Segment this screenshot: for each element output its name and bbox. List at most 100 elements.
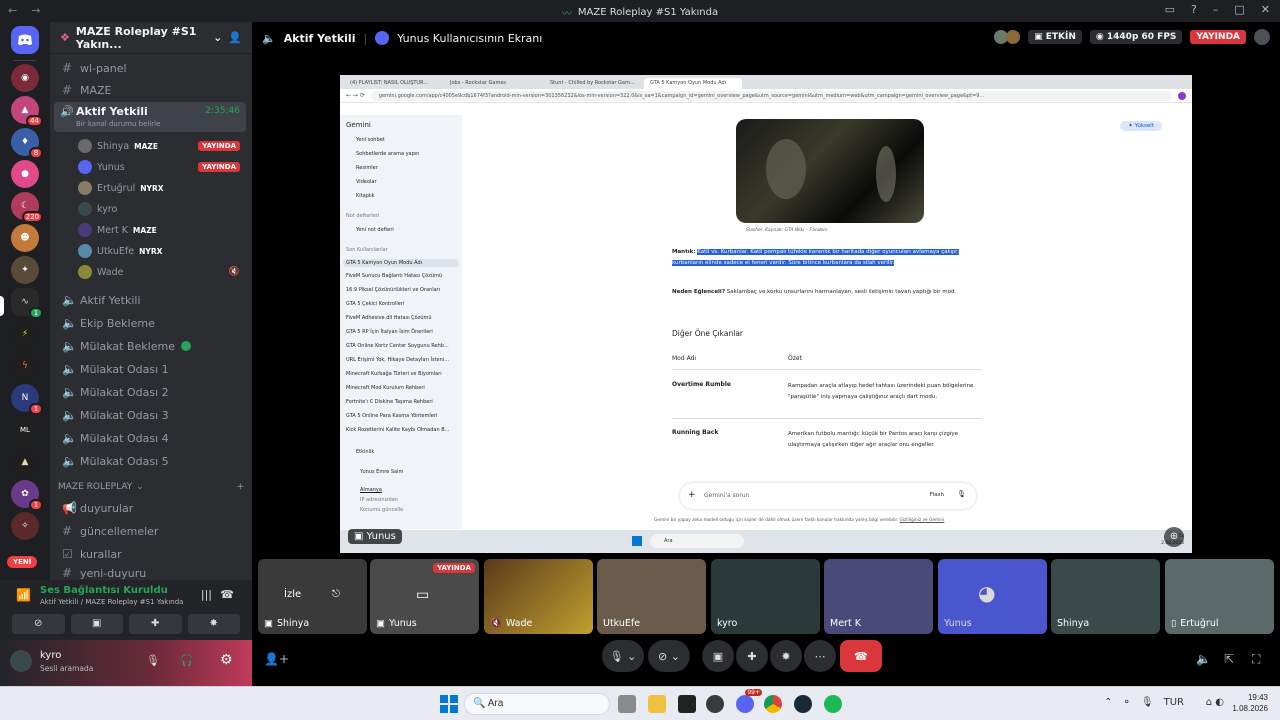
- participant-tile[interactable]: kyro: [711, 559, 820, 634]
- server-icon[interactable]: ∿ 1: [11, 288, 43, 319]
- sidebar-item[interactable]: Yeni sohbet: [356, 137, 385, 143]
- popout-icon[interactable]: ⇱: [1224, 652, 1234, 666]
- mic-control[interactable]: 🎙 ⌄: [602, 640, 644, 672]
- leave-call-button[interactable]: ☎: [840, 640, 882, 672]
- sidebar-item[interactable]: Sohbetlerde arama yapın: [356, 151, 419, 157]
- voice-channel[interactable]: 🔈 Mülakat Bekleme: [56, 336, 246, 356]
- recent-item[interactable]: FiveM Adhesive.dll Hatası Çözümü: [346, 315, 432, 321]
- voice-channel[interactable]: 🔈 Mülakat Odası 1: [56, 359, 246, 379]
- discord-home-icon[interactable]: [11, 26, 39, 54]
- server-icon[interactable]: ♦ 8: [11, 128, 43, 159]
- username[interactable]: kyro: [40, 650, 61, 661]
- inbox-icon[interactable]: ▭: [1165, 3, 1175, 16]
- voice-location[interactable]: Aktif Yetkili / MAZE Roleplay #S1 Yakınd…: [40, 598, 183, 606]
- upgrade-button[interactable]: ✦ Yükselt: [1120, 121, 1162, 131]
- participant-tile[interactable]: Mert K: [824, 559, 933, 634]
- location-update[interactable]: Konumu güncelle: [360, 507, 403, 513]
- microphone-icon[interactable]: 🎙: [146, 654, 160, 667]
- new-note[interactable]: Yeni not defteri: [356, 227, 394, 233]
- recent-item-active[interactable]: GTA 5 Kamyon Oyun Modu Adı: [343, 259, 459, 267]
- recent-item[interactable]: GTA 5 Online Para Kasma Yöntemleri: [346, 413, 437, 419]
- activity-badge[interactable]: ▣ ETKİN: [1028, 30, 1082, 44]
- camera-control[interactable]: ⊘ ⌄: [648, 640, 690, 672]
- help-icon[interactable]: ?: [1191, 3, 1197, 16]
- server-icon[interactable]: ✦: [11, 256, 39, 284]
- voice-channel[interactable]: 🔈 Mülakat Odası 5: [56, 451, 246, 471]
- camera-off-button[interactable]: ⊘: [12, 614, 65, 634]
- browser-tab-active[interactable]: GTA 5 Kamyon Oyun Modu Adı: [644, 78, 742, 89]
- voice-status[interactable]: Ses Bağlantısı Kuruldu: [40, 585, 168, 596]
- activities-control[interactable]: ✚: [736, 640, 768, 672]
- pop-out-icon[interactable]: ⎋: [332, 589, 340, 600]
- nav-icons[interactable]: ← → ⟳: [346, 92, 365, 99]
- participant-tile[interactable]: YAYINDA ▭ ▣ Yunus: [370, 559, 479, 634]
- discord-taskbar-icon[interactable]: 99+: [736, 689, 762, 713]
- forward-arrow-icon[interactable]: →: [31, 4, 40, 17]
- network-icon[interactable]: ⚬: [1123, 697, 1131, 708]
- language-indicator[interactable]: TUR: [1164, 697, 1184, 708]
- soundboard-control[interactable]: ✸: [770, 640, 802, 672]
- channel-wl-panel[interactable]: # wl-panel: [56, 58, 246, 78]
- voice-channel[interactable]: 🔈 Ekip Bekleme: [56, 313, 246, 333]
- channel-maze[interactable]: # MAZE: [56, 80, 246, 100]
- chat-bubble-icon[interactable]: [1254, 29, 1270, 45]
- category-header[interactable]: MAZE ROLEPLAY ⌄ +: [58, 482, 244, 492]
- more-options-control[interactable]: ⋯: [804, 640, 836, 672]
- voice-user[interactable]: Yunus YAYINDA: [78, 158, 246, 176]
- app-icon[interactable]: [706, 695, 724, 713]
- screen-share-control[interactable]: ▣: [702, 640, 734, 672]
- sidebar-item[interactable]: Kitaplık: [356, 193, 375, 199]
- new-badge[interactable]: YENİ: [7, 556, 38, 568]
- guild-header[interactable]: ❖ MAZE Roleplay #S1 Yakın... ⌄ 👤: [50, 22, 252, 54]
- text-channel[interactable]: 📢 duyurular: [56, 498, 246, 518]
- fullscreen-zoom-icon[interactable]: ⊕: [1164, 527, 1184, 547]
- voice-user[interactable]: Ertuğrul NYRX: [78, 179, 246, 197]
- participant-tile[interactable]: Shinya: [1051, 559, 1160, 634]
- server-icon[interactable]: ⚡: [11, 320, 39, 348]
- voice-user[interactable]: kyro: [78, 200, 246, 218]
- voice-user[interactable]: UtkuEfe NYRX: [78, 242, 246, 260]
- voice-user[interactable]: Wade 🔇: [78, 263, 246, 281]
- server-icon[interactable]: ✧: [11, 512, 39, 540]
- url-field[interactable]: gemini.google.com/app/c4005e9cdb1674f3?a…: [370, 90, 1172, 101]
- server-icon[interactable]: ✿ 1: [11, 480, 43, 511]
- new-tab-icon[interactable]: +: [744, 81, 758, 89]
- account-name[interactable]: Yunus Emre Saim: [360, 469, 403, 475]
- sidebar-item[interactable]: Videolar: [356, 179, 377, 185]
- taskbar-clock[interactable]: 19:43 1.08.2026: [1232, 692, 1268, 714]
- participant-tile[interactable]: 🔇 Wade: [484, 559, 593, 634]
- recent-item[interactable]: Minecraft Kurbağa Türleri ve Biyomları: [346, 371, 442, 377]
- server-icon[interactable]: ●: [11, 160, 39, 188]
- server-icon[interactable]: ▲ 44: [11, 96, 43, 127]
- server-icon[interactable]: ◉: [11, 64, 39, 92]
- text-channel[interactable]: # güncellemeler: [56, 521, 246, 541]
- notion-icon[interactable]: [678, 695, 696, 713]
- activities-button[interactable]: ✚: [129, 614, 182, 634]
- text-channel[interactable]: # yeni-duyuru: [56, 567, 246, 579]
- server-icon[interactable]: ☻: [11, 224, 39, 252]
- server-icon[interactable]: ML: [11, 416, 39, 444]
- recent-item[interactable]: URL Erişimi Yok, Hikaye Detayları İsteni…: [346, 357, 449, 363]
- participant-tile[interactable]: ◕ Yunus: [938, 559, 1047, 634]
- text-channel[interactable]: ☑ kurallar: [56, 544, 246, 564]
- prompt-box[interactable]: + Gemini'a sorun Flash 🎙: [680, 483, 976, 509]
- channel-status-hint[interactable]: Bir kanal durumu belirle: [76, 120, 160, 128]
- recent-item[interactable]: 16:9 Piksel Çözünürlükleri ve Oranları: [346, 287, 440, 293]
- server-icon[interactable]: ☾ 220: [11, 192, 43, 223]
- sidebar-item[interactable]: Resimler: [356, 165, 378, 171]
- voice-user[interactable]: Mert K MAZE: [78, 221, 246, 239]
- recent-item[interactable]: Kick Rozetlerini Kalite Kaybı Olmadan B.…: [346, 427, 449, 433]
- recent-item[interactable]: GTA 5 Çekici Kontrolleri: [346, 301, 404, 307]
- server-icon[interactable]: N1: [11, 384, 43, 415]
- close-button[interactable]: ✕: [1261, 3, 1270, 16]
- tray-icons[interactable]: ⌂ ◐: [1206, 697, 1224, 708]
- file-explorer-icon[interactable]: [648, 695, 666, 713]
- soundboard-button[interactable]: ✸: [187, 614, 240, 634]
- recent-item[interactable]: Fortnite'ı C Diskine Taşıma Rehberi: [346, 399, 433, 405]
- browser-tab[interactable]: Stunt - Chilled by Rockstar Gam...: [544, 78, 642, 89]
- headphones-icon[interactable]: 🎧: [180, 654, 194, 667]
- active-voice-channel[interactable]: 🔊 Aktif Yetkili 2:35:46 Bir kanal durumu…: [54, 102, 246, 132]
- shared-screen[interactable]: (4) PLAYLIST: NASIL OLUŞTUR... Jobs - Ro…: [340, 75, 1192, 553]
- soundboard-icon[interactable]: |||: [201, 588, 212, 601]
- mic-tray-icon[interactable]: 🎙: [1141, 697, 1154, 708]
